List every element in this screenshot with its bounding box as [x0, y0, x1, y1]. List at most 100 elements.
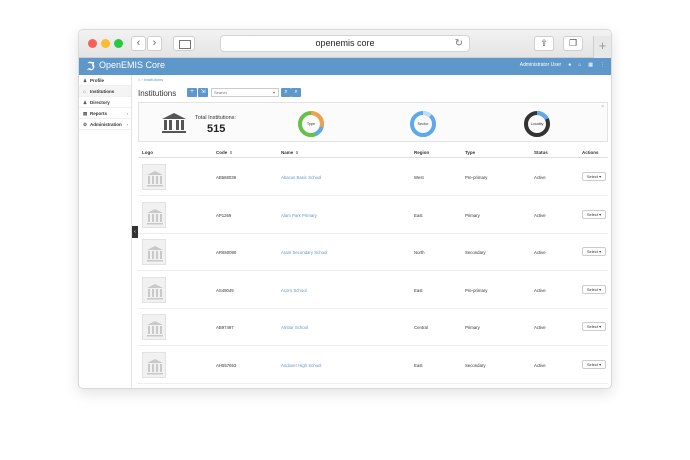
institution-name-link[interactable]: Aram Secondary School	[281, 250, 327, 255]
search-dropdown-icon[interactable]: ▾	[273, 88, 275, 97]
openemis-logo-icon: ℑ	[87, 61, 95, 73]
advanced-search-icon[interactable]: ⌕	[291, 88, 301, 97]
institution-type: Secondary	[465, 250, 486, 255]
institution-logo-icon	[142, 201, 166, 228]
tabs-icon[interactable]: ❐	[563, 36, 583, 51]
sidebar-item-administration[interactable]: ⚙ Administration ›	[79, 119, 131, 130]
column-type: Type	[465, 150, 476, 155]
chevron-left-icon[interactable]: ‹	[131, 36, 146, 51]
sidebar-item-profile[interactable]: ♟ Profile	[79, 75, 131, 86]
column-name[interactable]: Name ⇕	[281, 150, 299, 155]
column-code[interactable]: Code ⇕	[216, 150, 233, 155]
total-institutions-value: 515	[207, 123, 226, 135]
breadcrumb-current[interactable]: Institutions	[144, 77, 163, 82]
locality-donut-label: Locality	[530, 122, 544, 126]
institution-icon	[162, 113, 186, 133]
chevron-right-icon: ›	[126, 111, 128, 116]
column-logo: Logo	[142, 150, 153, 155]
institution-region: Central	[414, 325, 428, 330]
new-tab-icon[interactable]: +	[593, 36, 611, 58]
institution-name-link[interactable]: Alam Park Primary	[281, 213, 317, 218]
institution-code: AB568039	[216, 175, 237, 180]
add-institution-button[interactable]: +	[187, 88, 197, 97]
sector-donut-chart[interactable]: Sector	[409, 110, 437, 138]
institution-region: North	[414, 250, 425, 255]
home-icon[interactable]: ⌂	[138, 77, 140, 82]
institution-status: Active	[534, 250, 546, 255]
app-header: ℑ OpenEMIS Core Administrator User ● ⌂ ▦…	[79, 58, 611, 75]
locality-donut-chart[interactable]: Locality	[523, 110, 551, 138]
institution-code: AB97497	[216, 325, 234, 330]
table-header: Logo Code ⇕ Name ⇕ Region Type Status Acti…	[138, 147, 608, 158]
institution-name-link[interactable]: Ambar School	[281, 325, 308, 330]
institution-logo-icon	[142, 314, 166, 340]
institution-name-link[interactable]: Acorn School	[281, 288, 307, 293]
row-actions-select-button[interactable]: Select ▾	[582, 322, 606, 331]
institution-code: AP1269	[216, 212, 232, 218]
type-donut-chart[interactable]: Type	[297, 110, 325, 138]
institution-type: Secondary	[465, 362, 486, 368]
share-icon[interactable]: ⇪	[534, 36, 554, 51]
search-input[interactable]	[211, 88, 279, 97]
institution-code: AR650090	[216, 250, 237, 255]
close-icon[interactable]: ×	[601, 104, 604, 110]
address-bar[interactable]: openemis core ↻	[220, 35, 470, 52]
cogs-icon: ⚙	[83, 122, 88, 127]
table-row[interactable]: AH557653 Andover High School East Secondary…	[138, 347, 608, 384]
row-actions-select-button[interactable]: Select ▾	[582, 284, 606, 294]
search-icon[interactable]: ⌕	[281, 88, 291, 97]
institution-type: Primary	[465, 212, 480, 218]
institution-logo-icon	[142, 351, 166, 378]
user-name[interactable]: Administrator User	[520, 62, 561, 68]
institution-type: Primary	[465, 325, 480, 330]
institution-name-link[interactable]: Abacus Basic School	[281, 175, 321, 180]
sort-icon[interactable]: ⇕	[295, 150, 298, 155]
chevron-right-icon[interactable]: ›	[147, 36, 162, 51]
sort-icon[interactable]: ⇕	[229, 150, 232, 155]
user-icon[interactable]: ●	[568, 62, 571, 68]
table-row[interactable]: AB97497 Ambar School Central Primary Active S…	[138, 309, 608, 346]
sidebar-toggle-icon[interactable]	[173, 36, 195, 51]
institution-status: Active	[534, 212, 546, 218]
institution-region: East	[414, 362, 423, 368]
page-title: Institutions	[138, 89, 177, 98]
browser-window: ‹ › openemis core ↻ ⇪ ❐ + ℑ OpenEMIS Cor…	[78, 29, 612, 389]
institution-name-link[interactable]: Andover High School	[281, 363, 321, 368]
minimize-window-button[interactable]	[101, 39, 110, 48]
institution-icon: ⌂	[83, 89, 86, 94]
table-row[interactable]: AP1269 Alam Park Primary East Primary Active…	[138, 197, 608, 234]
more-icon[interactable]: ⋮	[600, 62, 605, 68]
sidebar-item-institutions[interactable]: ⌂ Institutions	[79, 86, 131, 97]
reload-icon[interactable]: ↻	[455, 36, 463, 51]
institution-stats-panel: × Total Institutions: 515 Type Sector Lo…	[138, 102, 608, 142]
row-actions-select-button[interactable]: Select ▾	[582, 209, 606, 219]
sidebar-item-reports[interactable]: ▤ Reports ›	[79, 108, 131, 119]
institution-logo-icon	[142, 164, 166, 190]
table-row[interactable]: AB568039 Abacus Basic School West Pre-prima…	[138, 159, 608, 196]
institution-logo-icon	[142, 239, 166, 265]
row-actions-select-button[interactable]: Select ▾	[582, 359, 606, 369]
user-icon: ♟	[83, 78, 88, 83]
row-actions-select-button[interactable]: Select ▾	[582, 247, 606, 256]
chevron-right-icon: ›	[126, 122, 128, 127]
institution-status: Active	[534, 287, 546, 293]
url-text: openemis core	[315, 38, 375, 48]
sidebar: ♟ Profile ⌂ Institutions ♟ Directory ▤ Repor…	[79, 75, 132, 388]
institution-status: Active	[534, 325, 546, 330]
table-row[interactable]: AR650090 Aram Secondary School North Second…	[138, 234, 608, 271]
grid-icon[interactable]: ▦	[588, 62, 593, 68]
import-button[interactable]: ⇲	[198, 88, 208, 97]
sidebar-item-directory[interactable]: ♟ Directory	[79, 97, 131, 108]
row-actions-select-button[interactable]: Select ▾	[582, 172, 606, 181]
maximize-window-button[interactable]	[114, 39, 123, 48]
institution-code: AH557653	[216, 362, 237, 368]
institution-type: Pre-primary	[465, 175, 488, 180]
type-donut-label: Type	[306, 122, 316, 126]
institution-region: East	[414, 212, 423, 218]
table-row[interactable]: AS49049 Acorn School East Pre-primary Active…	[138, 272, 608, 309]
home-icon[interactable]: ⌂	[578, 62, 581, 68]
close-window-button[interactable]	[88, 39, 97, 48]
institution-logo-icon	[142, 276, 166, 303]
institution-region: East	[414, 287, 423, 293]
breadcrumb: ⌂ › Institutions	[138, 77, 163, 82]
